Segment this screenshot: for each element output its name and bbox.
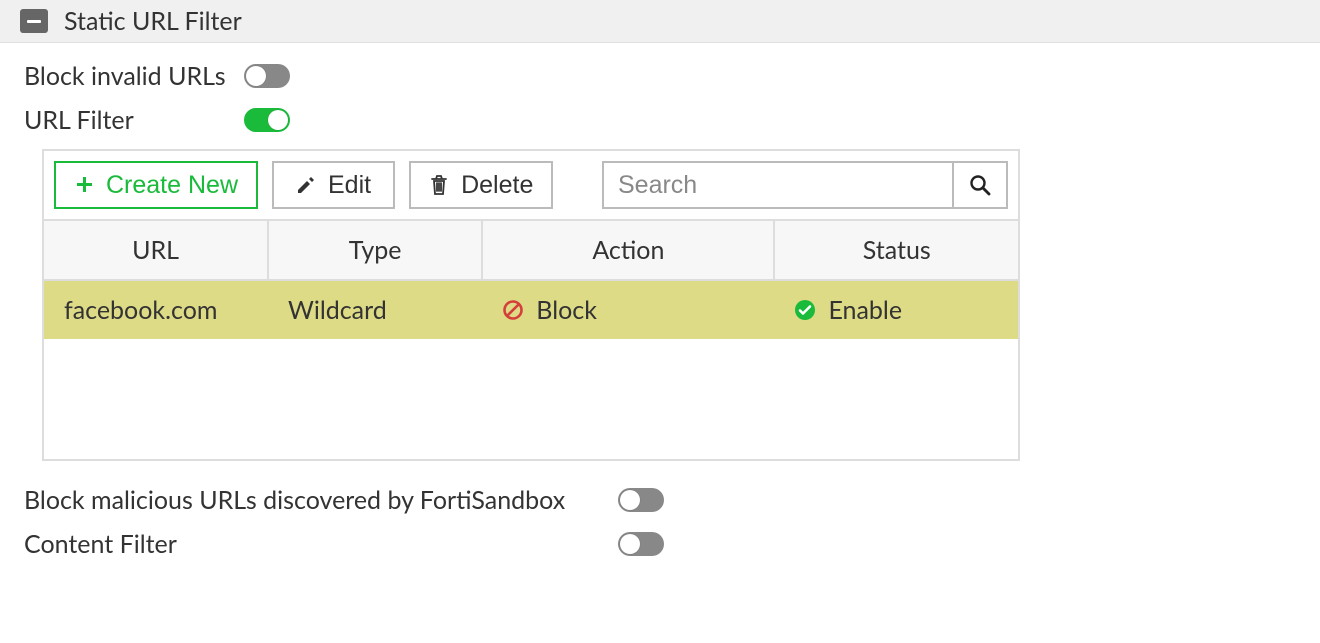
search-icon	[969, 174, 991, 196]
search-group	[602, 161, 1008, 209]
url-filter-table: URL Type Action Status facebook.com Wild…	[44, 219, 1018, 339]
cell-url: facebook.com	[44, 280, 268, 339]
check-circle-icon	[794, 299, 816, 321]
url-filter-toolbar: Create New Edit	[44, 151, 1018, 219]
url-filter-panel: Create New Edit	[42, 149, 1020, 461]
toggle-knob	[620, 534, 640, 554]
cell-type: Wildcard	[268, 280, 482, 339]
create-new-button[interactable]: Create New	[54, 161, 258, 209]
plus-icon	[74, 175, 94, 195]
col-header-url[interactable]: URL	[44, 220, 268, 280]
collapse-toggle[interactable]	[20, 9, 48, 33]
option-label: Content Filter	[24, 529, 177, 559]
section-title: Static URL Filter	[64, 6, 242, 36]
toggle-url-filter[interactable]	[244, 108, 290, 132]
trash-icon	[429, 174, 449, 196]
toggle-knob	[620, 490, 640, 510]
option-label: URL Filter	[24, 105, 244, 135]
block-icon	[502, 299, 524, 321]
table-row[interactable]: facebook.com Wildcard Block	[44, 280, 1018, 339]
col-header-action[interactable]: Action	[482, 220, 774, 280]
cell-action: Block	[482, 280, 774, 339]
option-block-invalid-urls: Block invalid URLs	[24, 61, 1296, 91]
toggle-block-malicious[interactable]	[618, 488, 664, 512]
toggle-content-filter[interactable]	[618, 532, 664, 556]
option-label: Block invalid URLs	[24, 61, 244, 91]
toggle-block-invalid-urls[interactable]	[244, 64, 290, 88]
option-block-malicious: Block malicious URLs discovered by Forti…	[24, 485, 664, 515]
button-label: Edit	[328, 171, 371, 200]
section-header: Static URL Filter	[0, 0, 1320, 43]
button-label: Delete	[461, 171, 533, 200]
minus-icon	[27, 20, 41, 23]
cell-status: Enable	[774, 280, 1018, 339]
search-input[interactable]	[602, 161, 952, 209]
cell-action-text: Block	[536, 295, 597, 325]
option-label: Block malicious URLs discovered by Forti…	[24, 485, 565, 515]
toggle-knob	[268, 110, 288, 130]
option-url-filter: URL Filter	[24, 105, 1296, 135]
button-label: Create New	[106, 171, 238, 200]
cell-status-text: Enable	[828, 295, 902, 325]
search-button[interactable]	[952, 161, 1008, 209]
toggle-knob	[246, 66, 266, 86]
table-empty-area	[44, 339, 1018, 459]
col-header-status[interactable]: Status	[774, 220, 1018, 280]
option-content-filter: Content Filter	[24, 529, 664, 559]
delete-button[interactable]: Delete	[409, 161, 553, 209]
edit-button[interactable]: Edit	[272, 161, 395, 209]
col-header-type[interactable]: Type	[268, 220, 482, 280]
table-header-row: URL Type Action Status	[44, 220, 1018, 280]
pencil-icon	[296, 175, 316, 195]
